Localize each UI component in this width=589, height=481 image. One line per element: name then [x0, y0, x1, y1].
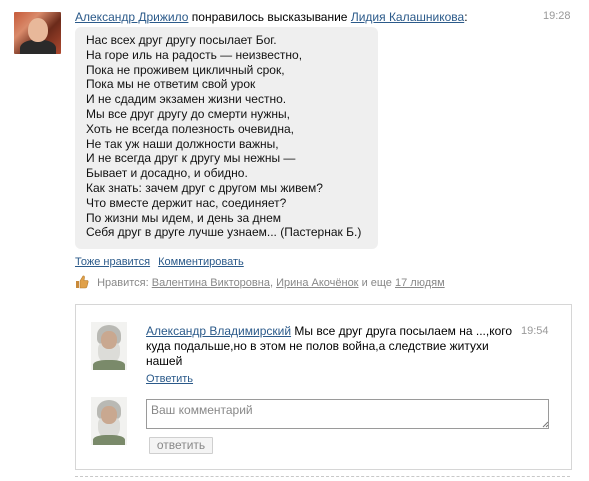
- likes-label: Нравится:: [97, 277, 149, 289]
- reply-link[interactable]: Ответить: [146, 373, 193, 385]
- post-header: Александр Дрижило понравилось высказыван…: [75, 9, 575, 25]
- poem-line: Пока не проживем цикличный срок,: [86, 62, 285, 77]
- quoted-author-link[interactable]: Лидия Калашникова: [351, 10, 464, 24]
- comment-link[interactable]: Комментировать: [158, 256, 244, 268]
- likes-separator: ,: [269, 277, 274, 289]
- poem-line: Себя друг в друге лучше узнаем... (Пасте…: [86, 225, 362, 240]
- more-likers-link[interactable]: 17 людям: [395, 277, 445, 289]
- post-author-avatar[interactable]: [14, 12, 61, 54]
- comment-author-avatar[interactable]: [91, 322, 127, 370]
- likes-line: Нравится: Валентина Викторовна, Ирина Ак…: [75, 275, 445, 292]
- poem-line: Хоть не всегда полезность очевидна,: [86, 121, 295, 136]
- comment-input[interactable]: [146, 399, 549, 429]
- post-action-text: понравилось высказывание: [191, 10, 348, 24]
- post-divider: [75, 476, 570, 477]
- post-time: 19:28: [543, 10, 571, 22]
- quote-text: Нас всех друг другу посылает Бог. На горе…: [86, 33, 376, 240]
- comment-body: Александр Владимирский Мы все друг друга…: [146, 324, 526, 369]
- liker-link[interactable]: Валентина Викторовна: [152, 277, 270, 289]
- avatar-face-shape: [28, 18, 48, 42]
- avatar-face-shape: [101, 331, 117, 349]
- post-author-link[interactable]: Александр Дрижило: [75, 10, 188, 24]
- avatar-body-shape: [20, 40, 56, 54]
- submit-comment-button[interactable]: ответить: [149, 437, 213, 454]
- poem-line: Бывает и досадно, и обидно.: [86, 166, 248, 181]
- poem-line: Мы все друг другу до смерти нужны,: [86, 106, 290, 121]
- header-colon: :: [464, 10, 468, 24]
- likes-and-more: и еще: [361, 277, 392, 289]
- avatar-robe-shape: [93, 435, 125, 445]
- poem-line: Нас всех друг другу посылает Бог.: [86, 33, 277, 47]
- thumbs-up-icon: [75, 275, 89, 292]
- avatar-robe-shape: [93, 360, 125, 370]
- poem-line: Не так уж наши должности важны,: [86, 136, 279, 151]
- liker-link[interactable]: Ирина Акочёнок: [276, 277, 358, 289]
- comment-author-link[interactable]: Александр Владимирский: [146, 324, 291, 338]
- poem-line: Что вместе держит нас, соединяет?: [86, 195, 287, 210]
- comment-time: 19:54: [521, 325, 549, 337]
- poem-line: Как знать: зачем друг с другом мы живем?: [86, 180, 323, 195]
- poem-line: По жизни мы идем, и день за днем: [86, 210, 282, 225]
- post-actions: Тоже нравится Комментировать: [75, 256, 249, 268]
- current-user-avatar: [91, 397, 127, 445]
- avatar-face-shape: [101, 406, 117, 424]
- poem-line: Пока мы не ответим свой урок: [86, 77, 256, 92]
- poem-line: И не всегда друг к другу мы нежны —: [86, 151, 296, 166]
- like-too-link[interactable]: Тоже нравится: [75, 256, 150, 268]
- poem-line: На горе иль на радость — неизвестно,: [86, 47, 303, 62]
- poem-line: И не сдадим экзамен жизни честно.: [86, 92, 287, 107]
- resize-grip-icon[interactable]: [542, 421, 549, 428]
